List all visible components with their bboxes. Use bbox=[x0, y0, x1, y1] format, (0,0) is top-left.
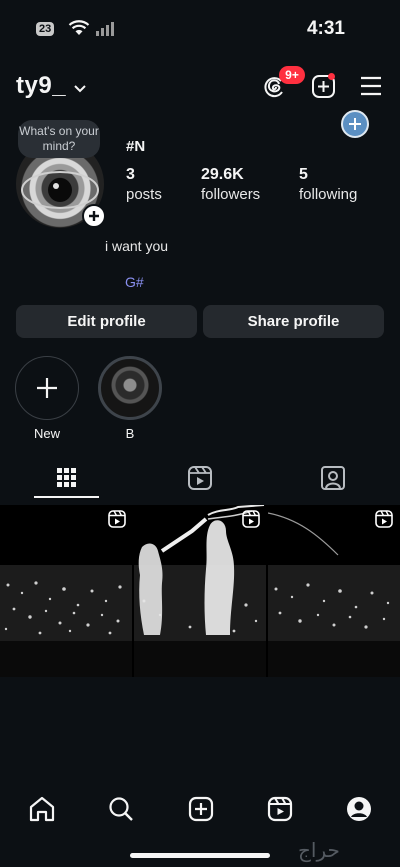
reels-icon[interactable] bbox=[265, 794, 295, 824]
reels-icon bbox=[188, 466, 212, 490]
cellular-icon bbox=[96, 22, 114, 41]
bio: i want you bbox=[105, 238, 169, 254]
profile-icon[interactable] bbox=[344, 794, 374, 824]
highlight-b[interactable]: B bbox=[97, 356, 163, 441]
create-icon[interactable] bbox=[186, 794, 216, 824]
reel-indicator-icon bbox=[242, 510, 260, 533]
status-bar: 23 4:31 bbox=[0, 0, 400, 58]
avatar-area: What's on your mind? bbox=[16, 120, 106, 228]
bottom-nav bbox=[0, 790, 400, 830]
tagged-icon bbox=[321, 466, 345, 490]
display-name: #N bbox=[126, 138, 146, 155]
followers-count: 29.6K bbox=[201, 166, 244, 183]
notifications-badge: 9+ bbox=[279, 66, 305, 84]
tab-tagged[interactable] bbox=[266, 460, 399, 502]
reel-indicator-icon bbox=[375, 510, 393, 533]
add-story-icon[interactable] bbox=[82, 204, 106, 228]
share-profile-button[interactable]: Share profile bbox=[203, 305, 384, 338]
clock: 4:31 bbox=[306, 18, 345, 39]
note-bubble[interactable]: What's on your mind? bbox=[18, 120, 100, 158]
wifi-icon bbox=[68, 20, 90, 41]
reel-indicator-icon bbox=[108, 510, 126, 533]
highlight-new[interactable]: New bbox=[14, 356, 80, 441]
profile-link[interactable]: G# bbox=[125, 274, 144, 290]
highlight-label: B bbox=[125, 426, 135, 441]
watermark: حراج bbox=[298, 838, 340, 862]
following-label: following bbox=[299, 186, 358, 203]
new-highlight-circle[interactable] bbox=[15, 356, 79, 420]
chevron-down-icon[interactable] bbox=[74, 80, 86, 98]
posts-count: 3 bbox=[126, 166, 135, 183]
profile-header: ty9_ 9+ bbox=[0, 66, 400, 106]
notification-dot bbox=[328, 73, 335, 80]
edit-profile-button[interactable]: Edit profile bbox=[16, 305, 197, 338]
stat-followers[interactable]: 29.6K followers bbox=[201, 166, 260, 203]
search-icon[interactable] bbox=[106, 794, 136, 824]
home-icon[interactable] bbox=[27, 794, 57, 824]
stat-posts[interactable]: 3 posts bbox=[126, 166, 162, 203]
home-indicator bbox=[130, 853, 270, 858]
following-count: 5 bbox=[299, 166, 308, 183]
username[interactable]: ty9_ bbox=[16, 72, 66, 100]
menu-icon[interactable] bbox=[358, 74, 384, 98]
posts-label: posts bbox=[126, 186, 162, 203]
posts-grid bbox=[0, 505, 400, 677]
signal-badge: 23 bbox=[36, 22, 55, 36]
followers-label: followers bbox=[201, 186, 261, 203]
highlight-label: New bbox=[33, 426, 60, 441]
stat-following[interactable]: 5 following bbox=[299, 166, 357, 203]
highlight-cover[interactable] bbox=[98, 356, 162, 420]
active-tab-indicator bbox=[34, 496, 99, 498]
add-icon[interactable] bbox=[341, 110, 369, 138]
tab-reels[interactable] bbox=[133, 460, 266, 502]
